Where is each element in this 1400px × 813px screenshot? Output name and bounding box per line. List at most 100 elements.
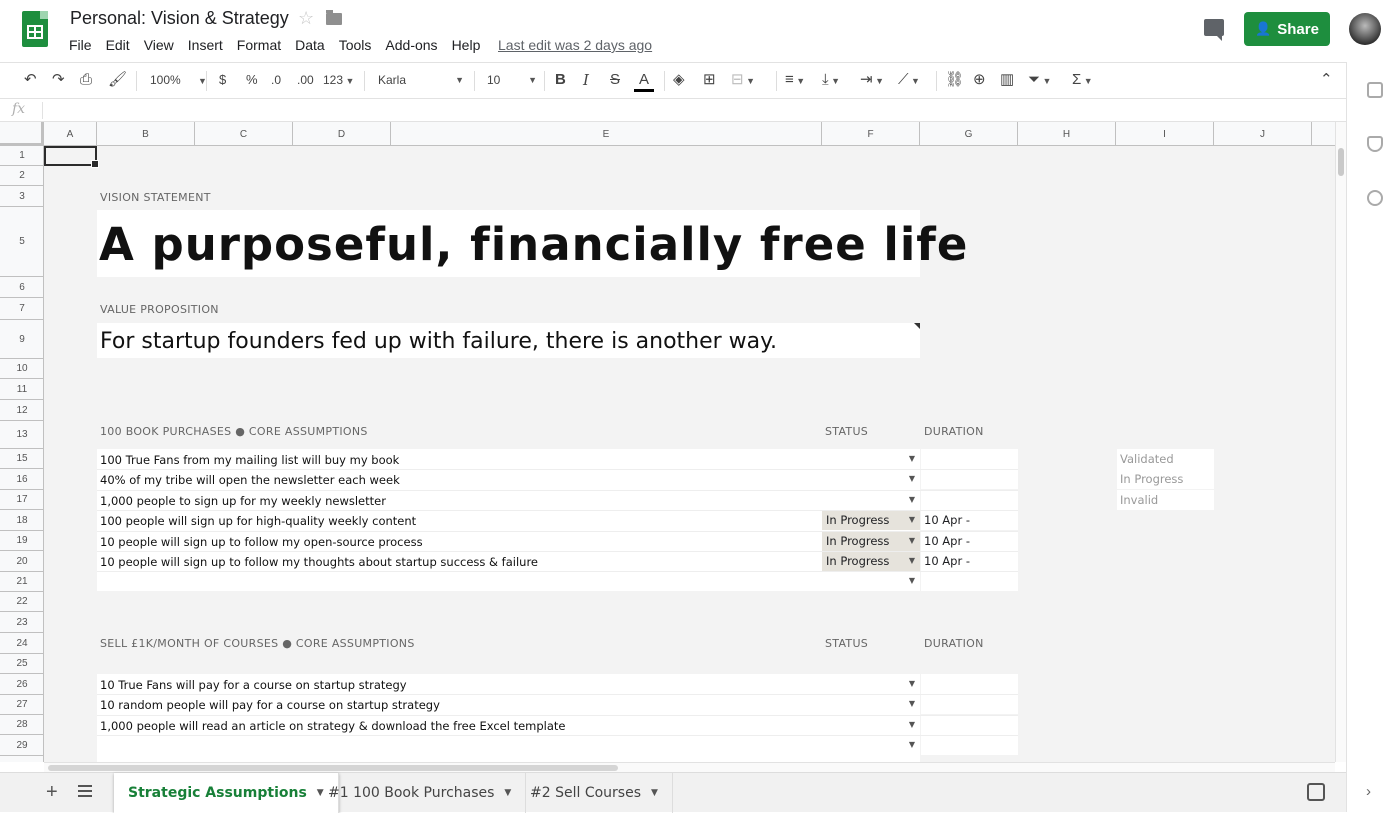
undo-icon[interactable]: ↶ [24, 71, 37, 89]
menu-insert[interactable]: Insert [188, 37, 223, 53]
column-header[interactable]: I [1116, 122, 1214, 146]
row-header[interactable]: 18 [0, 510, 44, 531]
column-header[interactable]: D [293, 122, 391, 146]
redo-icon[interactable]: ↷ [52, 71, 65, 89]
duration-cell[interactable] [921, 490, 1018, 510]
assumption-row[interactable]: 1,000 people to sign up for my weekly ne… [100, 494, 386, 508]
chevron-down-icon[interactable]: ▼ [504, 788, 511, 798]
dropdown-arrow-icon[interactable]: ▼ [909, 735, 915, 755]
horizontal-align-icon[interactable]: ≡ ▼ [785, 71, 805, 90]
horizontal-scrollbar[interactable] [44, 762, 1335, 772]
status-dropdown[interactable]: In Progress ▼ [822, 551, 920, 571]
chevron-right-icon[interactable]: › [1366, 783, 1371, 800]
font-select[interactable]: Karla ▼ [378, 71, 464, 89]
column-header[interactable]: H [1018, 122, 1116, 146]
status-dropdown[interactable]: In Progress ▼ [822, 510, 920, 530]
calendar-icon[interactable] [1367, 82, 1383, 98]
more-formats-button[interactable]: 123 ▼ [323, 71, 354, 90]
keep-icon[interactable] [1367, 136, 1383, 152]
strikethrough-button[interactable]: S [610, 71, 620, 89]
status-dropdown[interactable]: ▼ [822, 674, 920, 694]
borders-icon[interactable]: ⊞ [703, 71, 716, 89]
row-header[interactable]: 27 [0, 695, 44, 715]
select-all-corner[interactable] [0, 122, 44, 146]
duration-cell[interactable] [921, 715, 1018, 735]
assumption-row[interactable]: 40% of my tribe will open the newsletter… [100, 473, 400, 487]
selected-cell[interactable] [44, 146, 99, 168]
legend-invalid[interactable]: Invalid [1117, 490, 1214, 510]
functions-icon[interactable]: Σ ▼ [1072, 71, 1093, 90]
dropdown-arrow-icon[interactable]: ▼ [909, 715, 915, 735]
insert-comment-icon[interactable]: ⊕ [973, 71, 986, 89]
dropdown-arrow-icon[interactable]: ▼ [909, 531, 915, 551]
duration-cell[interactable]: 10 Apr - [921, 551, 1018, 571]
print-icon[interactable]: ⎙ [80, 71, 92, 89]
explore-icon[interactable] [1307, 783, 1325, 801]
menu-tools[interactable]: Tools [339, 37, 372, 53]
row-header[interactable]: 22 [0, 592, 44, 612]
column-header[interactable]: A [44, 122, 97, 146]
dropdown-arrow-icon[interactable]: ▼ [909, 551, 915, 571]
dropdown-arrow-icon[interactable]: ▼ [909, 490, 915, 510]
row-header[interactable]: 5 [0, 207, 44, 277]
column-header[interactable]: E [391, 122, 822, 146]
percent-button[interactable]: % [246, 71, 258, 89]
chevron-down-icon[interactable]: ▼ [651, 788, 658, 798]
row-header[interactable]: 7 [0, 298, 44, 320]
tasks-icon[interactable] [1367, 190, 1383, 206]
assumption-row[interactable]: 100 True Fans from my mailing list will … [100, 453, 399, 467]
row-header[interactable]: 17 [0, 490, 44, 510]
column-header[interactable]: F [822, 122, 920, 146]
horizontal-scroll-thumb[interactable] [48, 765, 618, 771]
row-header[interactable]: 9 [0, 320, 44, 359]
insert-chart-icon[interactable]: ▥ [1000, 71, 1014, 89]
dropdown-arrow-icon[interactable]: ▼ [909, 469, 915, 489]
paint-format-icon[interactable]: 🖌 [108, 71, 127, 89]
row-header[interactable]: 6 [0, 277, 44, 298]
sheets-logo-icon[interactable] [22, 11, 48, 47]
assumption-row[interactable]: 10 True Fans will pay for a course on st… [100, 678, 407, 692]
assumption-row[interactable]: 10 people will sign up to follow my open… [100, 535, 423, 549]
assumption-row[interactable]: 10 random people will pay for a course o… [100, 698, 440, 712]
status-dropdown[interactable]: ▼ [822, 694, 920, 714]
row-header[interactable]: 12 [0, 400, 44, 421]
text-rotation-icon[interactable]: ⟋ ▼ [898, 71, 920, 90]
filter-icon[interactable]: ⏷ ▼ [1028, 71, 1051, 90]
avatar[interactable] [1349, 13, 1381, 45]
status-dropdown[interactable]: In Progress ▼ [822, 531, 920, 551]
row-header[interactable]: 21 [0, 572, 44, 592]
duration-cell[interactable] [921, 694, 1018, 714]
status-dropdown[interactable]: ▼ [822, 571, 920, 591]
folder-icon[interactable] [326, 10, 342, 25]
decrease-decimal-button[interactable]: .0 [271, 71, 281, 89]
status-dropdown[interactable]: ▼ [822, 715, 920, 735]
row-header[interactable]: 16 [0, 469, 44, 490]
menu-help[interactable]: Help [452, 37, 481, 53]
dropdown-arrow-icon[interactable]: ▼ [909, 449, 915, 469]
bold-button[interactable]: B [555, 71, 566, 89]
tab-strategic-assumptions[interactable]: Strategic Assumptions ▼ [114, 773, 339, 813]
menu-file[interactable]: File [69, 37, 92, 53]
insert-link-icon[interactable]: ⛓ [945, 71, 964, 89]
text-wrapping-icon[interactable]: ⇥ ▼ [860, 71, 884, 90]
menu-edit[interactable]: Edit [106, 37, 130, 53]
assumption-row[interactable]: 100 people will sign up for high-quality… [100, 514, 416, 528]
star-icon[interactable]: ☆ [298, 8, 314, 29]
status-dropdown[interactable]: ▼ [822, 469, 920, 489]
row-header[interactable]: 11 [0, 379, 44, 400]
increase-decimal-button[interactable]: .00 [297, 71, 314, 89]
dropdown-arrow-icon[interactable]: ▼ [909, 571, 915, 591]
status-dropdown[interactable]: ▼ [822, 449, 920, 469]
row-header[interactable]: 28 [0, 715, 44, 735]
status-dropdown[interactable]: ▼ [822, 490, 920, 510]
last-edit-link[interactable]: Last edit was 2 days ago [498, 37, 652, 53]
add-sheet-icon[interactable]: + [46, 781, 58, 804]
duration-cell[interactable] [921, 449, 1018, 469]
row-header[interactable]: 26 [0, 674, 44, 695]
dropdown-arrow-icon[interactable]: ▼ [909, 510, 915, 530]
row-header[interactable]: 3 [0, 186, 44, 207]
column-header[interactable]: B [97, 122, 195, 146]
spreadsheet-grid[interactable]: A B C D E F G H I J 1 2 3 5 6 7 9 10 11 … [0, 122, 1335, 762]
document-title[interactable]: Personal: Vision & Strategy [70, 8, 289, 29]
row-header[interactable]: 24 [0, 633, 44, 654]
